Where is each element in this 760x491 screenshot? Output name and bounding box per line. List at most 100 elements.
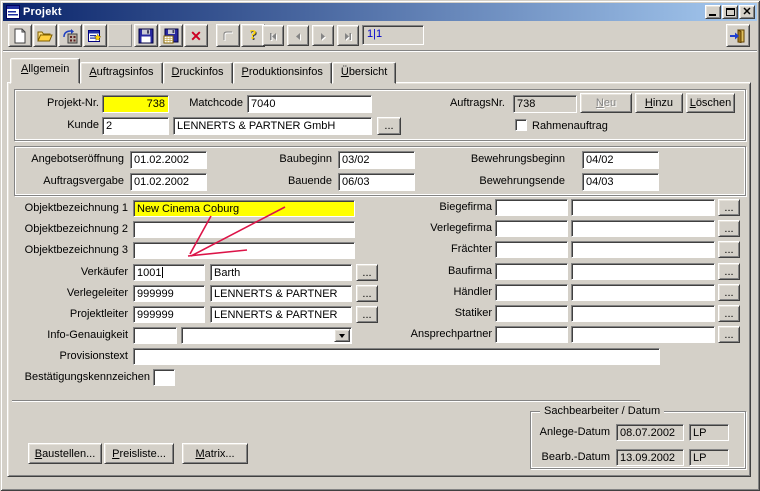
company-button[interactable] [58, 24, 82, 47]
projektleiter-name-field[interactable]: LENNERTS & PARTNER [210, 306, 352, 323]
biegefirma-name-field[interactable] [571, 199, 715, 216]
matrix-button[interactable]: Matrix... [182, 443, 248, 464]
provisionstext-field[interactable] [133, 348, 660, 365]
form-button[interactable] [83, 24, 107, 47]
baubeginn-field[interactable]: 03/02 [338, 151, 415, 169]
nav-prev-button [287, 25, 309, 46]
projekt-nr-field[interactable]: 738 [102, 95, 169, 113]
verlegeleiter-name-field[interactable]: LENNERTS & PARTNER [210, 285, 352, 302]
verkaeufer-name-field[interactable]: Barth [210, 264, 352, 281]
haendler-name-field[interactable] [571, 284, 715, 301]
anlege-datum-label: Anlege-Datum [533, 424, 610, 441]
tab-produktionsinfos[interactable]: Produktionsinfos [233, 62, 332, 84]
baufirma-name-field[interactable] [571, 263, 715, 280]
fraechter-nr-field[interactable] [495, 241, 568, 258]
provisionstext-label: Provisionstext [10, 348, 128, 365]
info-genauigkeit-dropdown[interactable] [181, 327, 352, 344]
undo-button [216, 24, 240, 47]
auftragsvergabe-field[interactable]: 01.02.2002 [130, 173, 207, 191]
minimize-button[interactable] [705, 5, 721, 19]
objektbezeichnung1-label: Objektbezeichnung 1 [10, 200, 128, 217]
rahmenauftrag-checkbox[interactable] [515, 119, 527, 131]
verlegefirma-name-field[interactable] [571, 220, 715, 237]
save-button[interactable] [134, 24, 158, 47]
verlegeleiter-nr-field[interactable]: 999999 [133, 285, 205, 302]
exit-door-icon [729, 28, 747, 44]
minimize-icon [709, 14, 716, 16]
ansprechpartner-name-field[interactable] [571, 326, 715, 343]
bauende-field[interactable]: 06/03 [338, 173, 415, 191]
ansprechpartner-nr-field[interactable] [495, 326, 568, 343]
info-genauigkeit-label: Info-Genauigkeit [10, 327, 128, 344]
projektleiter-nr-field[interactable]: 999999 [133, 306, 205, 323]
save-copy-button[interactable] [159, 24, 183, 47]
statiker-nr-field[interactable] [495, 305, 568, 322]
verkaeufer-nr-value: 1001 [137, 267, 161, 280]
preisliste-button[interactable]: Preisliste... [104, 443, 174, 464]
statiker-lookup-button[interactable]: ... [718, 305, 740, 322]
kunde-label: Kunde [14, 117, 99, 134]
bewehrungsbeginn-field[interactable]: 04/02 [582, 151, 659, 169]
open-button[interactable] [33, 24, 57, 47]
baufirma-lookup-button[interactable]: ... [718, 263, 740, 280]
toolbar-separator [3, 50, 757, 52]
close-icon: ✕ [740, 6, 754, 18]
baufirma-nr-field[interactable] [495, 263, 568, 280]
objektbezeichnung2-label: Objektbezeichnung 2 [10, 221, 128, 238]
anlege-datum-field: 08.07.2002 [616, 424, 684, 441]
hinzu-button[interactable]: Hinzu [635, 93, 683, 113]
bewehrungsbeginn-label: Bewehrungsbeginn [430, 151, 565, 168]
ansprechpartner-lookup-button[interactable]: ... [718, 326, 740, 343]
haendler-label: Händler [370, 284, 492, 301]
info-genauigkeit-code-field[interactable] [133, 327, 177, 344]
fraechter-label: Frächter [370, 241, 492, 258]
loeschen-button[interactable]: Löschen [686, 93, 735, 113]
delete-button[interactable]: ✕ [184, 24, 208, 47]
bewehrungsende-field[interactable]: 04/03 [582, 173, 659, 191]
window-title: Projekt [23, 6, 62, 18]
projektleiter-label: Projektleiter [10, 306, 128, 323]
nav-prev-icon [292, 30, 304, 42]
angebotseroeffnung-field[interactable]: 01.02.2002 [130, 151, 207, 169]
verlegefirma-label: Verlegefirma [370, 220, 492, 237]
record-indicator: 1|1 [362, 25, 424, 45]
close-button[interactable]: ✕ [739, 5, 755, 19]
nav-next-button [312, 25, 334, 46]
tab-uebersicht[interactable]: Übersicht [332, 62, 396, 84]
projekt-nr-label: Projekt-Nr. [14, 95, 99, 112]
kunde-name-field[interactable]: LENNERTS & PARTNER GmbH [173, 117, 372, 135]
tab-auftragsinfos[interactable]: Auftragsinfos [80, 62, 162, 84]
building-icon [62, 28, 78, 44]
baubeginn-label: Baubeginn [220, 151, 332, 168]
objektbezeichnung1-field[interactable]: New Cinema Coburg [133, 200, 355, 217]
anlege-user-field: LP [689, 424, 729, 441]
kunde-nr-field[interactable]: 2 [102, 117, 169, 135]
haendler-lookup-button[interactable]: ... [718, 284, 740, 301]
verlegefirma-nr-field[interactable] [495, 220, 568, 237]
maximize-button[interactable] [722, 5, 738, 19]
biegefirma-label: Biegefirma [370, 199, 492, 216]
matchcode-field[interactable]: 7040 [247, 95, 372, 113]
nav-next-icon [317, 30, 329, 42]
bestaetigungskennzeichen-field[interactable] [153, 369, 175, 386]
baustellen-button[interactable]: Baustellen... [28, 443, 102, 464]
dropdown-button[interactable] [334, 329, 350, 342]
verlegefirma-lookup-button[interactable]: ... [718, 220, 740, 237]
text-caret [162, 267, 163, 278]
statiker-name-field[interactable] [571, 305, 715, 322]
fraechter-lookup-button[interactable]: ... [718, 241, 740, 258]
biegefirma-nr-field[interactable] [495, 199, 568, 216]
auftrags-nr-field: 738 [513, 95, 577, 113]
exit-button[interactable] [726, 24, 750, 47]
tab-druckinfos[interactable]: Druckinfos [163, 62, 233, 84]
new-button[interactable] [8, 24, 32, 47]
tab-allgemein[interactable]: Allgemein [10, 58, 80, 84]
biegefirma-lookup-button[interactable]: ... [718, 199, 740, 216]
projekt-window: Projekt ✕ ✕ ? [0, 0, 760, 491]
haendler-nr-field[interactable] [495, 284, 568, 301]
kunde-lookup-button[interactable]: ... [377, 117, 401, 135]
objektbezeichnung3-field[interactable] [133, 242, 355, 259]
objektbezeichnung2-field[interactable] [133, 221, 355, 238]
verkaeufer-nr-field[interactable]: 1001 [133, 264, 205, 281]
fraechter-name-field[interactable] [571, 241, 715, 258]
